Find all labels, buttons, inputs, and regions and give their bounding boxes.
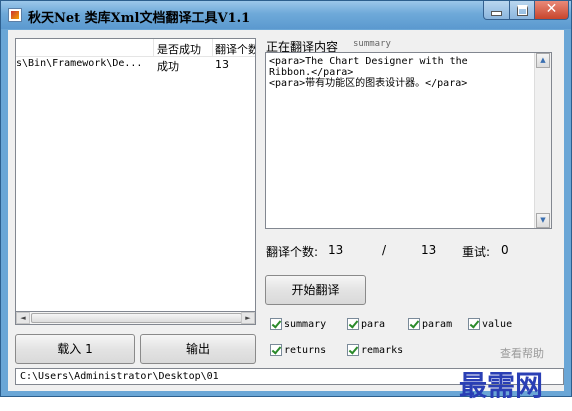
column-divider[interactable] (212, 39, 213, 56)
translating-tag: summary (353, 39, 391, 49)
scroll-left-icon[interactable]: ◄ (16, 312, 30, 324)
check-icon (270, 318, 282, 330)
scroll-right-icon[interactable]: ► (241, 312, 255, 324)
count-done: 13 (328, 243, 344, 257)
row-success: 成功 (157, 60, 179, 73)
minimize-button[interactable] (483, 1, 510, 20)
count-label: 翻译个数: (266, 245, 319, 259)
checkbox-returns[interactable]: returns (270, 344, 326, 356)
minimize-icon (491, 11, 502, 16)
checkbox-para[interactable]: para (347, 318, 385, 330)
retry-count: 0 (501, 243, 509, 257)
result-list[interactable]: 是否成功 翻译个数 s\Bin\Framework\De... 成功 13 (15, 38, 256, 325)
check-icon (468, 318, 480, 330)
help-link[interactable]: 查看帮助 (500, 345, 544, 361)
checkbox-label: value (482, 318, 513, 330)
start-translate-button[interactable]: 开始翻译 (265, 275, 366, 305)
horizontal-scrollbar[interactable]: ◄ ► (15, 311, 256, 325)
maximize-icon (516, 5, 528, 16)
check-icon (347, 344, 359, 356)
checkbox-label: remarks (361, 344, 404, 356)
watermark-logo: 最需网 (459, 369, 544, 402)
checkbox-label: param (422, 318, 453, 330)
window-title: 秋天Net 类库Xml文档翻译工具V1.1 (28, 11, 251, 26)
checkbox-param[interactable]: param (408, 318, 452, 330)
count-total: 13 (421, 243, 437, 257)
load-button[interactable]: 载入 1 (15, 334, 135, 364)
checkbox-label: para (361, 318, 386, 330)
close-icon: ✕ (545, 1, 558, 17)
row-path: s\Bin\Framework\De... (16, 58, 143, 69)
checkbox-value[interactable]: value (468, 318, 512, 330)
retry-label: 重试: (462, 245, 491, 259)
check-icon (347, 318, 359, 330)
scroll-down-icon[interactable]: ▼ (536, 213, 550, 228)
column-header-success[interactable]: 是否成功 (157, 41, 213, 57)
maximize-button[interactable] (509, 1, 535, 20)
column-divider[interactable] (153, 39, 154, 56)
checkbox-remarks[interactable]: remarks (347, 344, 403, 356)
vertical-scrollbar[interactable]: ▲ ▼ (534, 53, 551, 228)
checkbox-label: summary (284, 318, 327, 330)
translation-content[interactable]: <para>The Chart Designer with the Ribbon… (265, 52, 552, 229)
check-icon (270, 344, 282, 356)
list-header: 是否成功 翻译个数 (16, 39, 255, 57)
app-icon (8, 8, 22, 22)
app-window: 秋天Net 类库Xml文档翻译工具V1.1 ✕ 是否成功 翻译个数 s\Bin\… (0, 0, 572, 397)
scroll-up-icon[interactable]: ▲ (536, 53, 550, 68)
client-area: 是否成功 翻译个数 s\Bin\Framework\De... 成功 13 ◄ … (8, 30, 564, 391)
title-bar[interactable]: 秋天Net 类库Xml文档翻译工具V1.1 ✕ (1, 1, 571, 29)
scroll-thumb[interactable] (31, 313, 242, 323)
checkbox-summary[interactable]: summary (270, 318, 326, 330)
check-icon (408, 318, 420, 330)
translation-text: <para>The Chart Designer with the Ribbon… (269, 56, 468, 89)
checkbox-label: returns (284, 344, 327, 356)
row-count: 13 (215, 58, 229, 71)
output-button[interactable]: 输出 (140, 334, 256, 364)
close-button[interactable]: ✕ (534, 1, 569, 20)
count-separator: / (382, 243, 387, 257)
column-header-count[interactable]: 翻译个数 (215, 41, 255, 57)
